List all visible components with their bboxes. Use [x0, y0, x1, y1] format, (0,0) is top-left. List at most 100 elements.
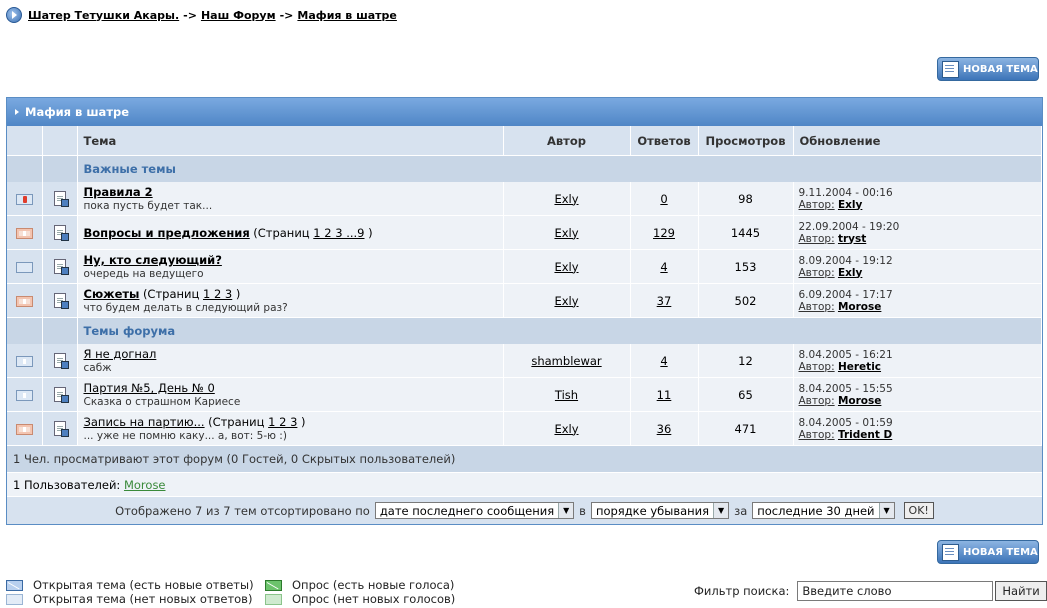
sort-by-select[interactable]: дате последнего сообщения ▼: [374, 502, 575, 519]
col-author[interactable]: Автор: [503, 126, 631, 156]
author-link[interactable]: shamblewar: [531, 354, 601, 368]
replies-cell: 4: [630, 249, 699, 284]
topic-status-icon: [15, 355, 33, 367]
col-updated[interactable]: Обновление: [793, 126, 1042, 156]
status-cell: [7, 283, 43, 318]
nav-arrow-icon: [6, 7, 22, 23]
legend-item: Опрос (нет новых голосов): [265, 592, 455, 606]
new-topic-button-top[interactable]: НОВАЯ ТЕМА: [937, 57, 1039, 81]
topic-status-icon: [15, 227, 33, 239]
forum-header: Мафия в шатре: [7, 98, 1042, 126]
breadcrumb-sep: ->: [279, 8, 294, 22]
author-link[interactable]: Exly: [554, 226, 578, 240]
pages-list: (Страниц 1 2 3 ): [208, 415, 306, 429]
col-replies[interactable]: Ответов: [630, 126, 699, 156]
last-poster-link[interactable]: Exly: [838, 199, 862, 211]
col-topic[interactable]: Тема: [77, 126, 504, 156]
topic-link[interactable]: Ну, кто следующий?: [84, 253, 222, 267]
replies-link[interactable]: 11: [657, 388, 672, 402]
author-link[interactable]: Exly: [554, 294, 578, 308]
replies-link[interactable]: 37: [657, 294, 672, 308]
type-cell: [42, 283, 78, 318]
topics-table: Тема Автор Ответов Просмотров Обновление…: [7, 126, 1042, 446]
updated-date: 8.04.2005 - 01:59: [798, 416, 893, 429]
pages-link[interactable]: 1 2 3 ...9: [313, 226, 364, 240]
replies-link[interactable]: 129: [653, 226, 675, 240]
pages-link[interactable]: 1 2 3: [203, 287, 232, 301]
user-link[interactable]: Morose: [124, 478, 166, 492]
updated-cell: 9.11.2004 - 00:16 Автор: Exly: [793, 182, 1042, 216]
sort-period-select[interactable]: последние 30 дней ▼: [752, 502, 895, 519]
dropdown-arrow-icon: ▼: [878, 503, 894, 518]
table-row: Я не догнал сабж shamblewar 4 12 8.04.2005 - …: [7, 344, 1042, 378]
updated-date: 9.11.2004 - 00:16: [798, 186, 893, 199]
sort-order-select[interactable]: порядке убывания ▼: [590, 502, 730, 519]
envelope-icon: [6, 593, 23, 605]
updated-date: 8.04.2005 - 15:55: [798, 382, 893, 395]
replies-link[interactable]: 36: [657, 422, 672, 436]
views-cell: 502: [698, 283, 794, 318]
type-cell: [42, 249, 78, 284]
updated-cell: 22.09.2004 - 19:20 Автор: tryst: [793, 215, 1042, 250]
notepad-icon: [942, 60, 959, 78]
author-link[interactable]: Tish: [555, 388, 578, 402]
topic-link[interactable]: Партия №5, День № 0: [84, 381, 215, 395]
topic-link[interactable]: Я не догнал: [84, 347, 157, 361]
author-cell: Exly: [503, 283, 631, 318]
replies-cell: 4: [630, 344, 699, 378]
search-button[interactable]: Найти: [995, 581, 1047, 601]
topic-type-icon: [53, 191, 69, 207]
author-cell: Tish: [503, 377, 631, 412]
col-views[interactable]: Просмотров: [698, 126, 794, 156]
author-label: Автор:: [798, 266, 835, 279]
author-link[interactable]: Exly: [554, 192, 578, 206]
breadcrumb-forum[interactable]: Наш Форум: [201, 9, 276, 22]
type-cell: [42, 344, 78, 378]
author-label: Автор:: [798, 198, 835, 211]
topic-link[interactable]: Сюжеты: [84, 287, 140, 301]
topic-status-icon: [15, 389, 33, 401]
sort-in-text: в: [579, 503, 586, 518]
topic-cell: Запись на партию... (Страниц 1 2 3 )... …: [77, 411, 504, 446]
breadcrumb-home[interactable]: Шатер Тетушки Акары.: [28, 9, 179, 22]
breadcrumb-current[interactable]: Мафия в шатре: [297, 9, 397, 22]
dropdown-arrow-icon: ▼: [713, 503, 729, 518]
updated-date: 8.09.2004 - 19:12: [798, 254, 893, 267]
sort-bar: Отображено 7 из 7 тем отсортировано по д…: [7, 497, 1042, 524]
sort-ok-button[interactable]: OK!: [903, 502, 934, 519]
topic-link[interactable]: Правила 2: [84, 185, 153, 199]
topic-cell: Правила 2 пока пусть будет так...: [77, 182, 504, 216]
updated-cell: 6.09.2004 - 17:17 Автор: Morose: [793, 283, 1042, 318]
views-cell: 12: [698, 344, 794, 378]
new-topic-button-bottom[interactable]: НОВАЯ ТЕМА: [937, 540, 1039, 564]
last-poster-link[interactable]: Morose: [838, 395, 881, 407]
author-link[interactable]: Exly: [554, 260, 578, 274]
topic-type-icon: [53, 353, 69, 369]
search-input[interactable]: Введите слово: [797, 581, 994, 601]
topic-link[interactable]: Запись на партию...: [84, 415, 205, 429]
type-cell: [42, 411, 78, 446]
section-label: Темы форума: [77, 317, 1042, 344]
replies-link[interactable]: 4: [660, 260, 667, 274]
last-poster-link[interactable]: Heretic: [838, 361, 881, 373]
status-cell: [7, 344, 43, 378]
last-poster-link[interactable]: Trident D: [838, 429, 892, 441]
pages-list: (Страниц 1 2 3 ): [142, 287, 241, 301]
last-poster-link[interactable]: Morose: [838, 301, 881, 313]
last-poster-link[interactable]: tryst: [838, 233, 866, 245]
replies-link[interactable]: 0: [660, 192, 667, 206]
legend-item: Опрос (есть новые голоса): [265, 578, 455, 592]
author-link[interactable]: Exly: [554, 422, 578, 436]
last-poster-link[interactable]: Exly: [838, 267, 862, 279]
pages-link[interactable]: 1 2 3: [268, 415, 297, 429]
topic-type-icon: [53, 387, 69, 403]
topic-cell: Вопросы и предложения (Страниц 1 2 3 ...…: [77, 215, 504, 250]
table-row: Правила 2 пока пусть будет так... Exly 0 98 9…: [7, 182, 1042, 216]
poll-new-icon: [265, 579, 282, 591]
topic-link[interactable]: Вопросы и предложения: [84, 226, 250, 240]
replies-link[interactable]: 4: [660, 354, 667, 368]
author-label: Автор:: [798, 428, 835, 441]
topic-type-icon: [53, 225, 69, 241]
topic-type-icon: [53, 293, 69, 309]
forum-title: Мафия в шатре: [25, 105, 130, 119]
